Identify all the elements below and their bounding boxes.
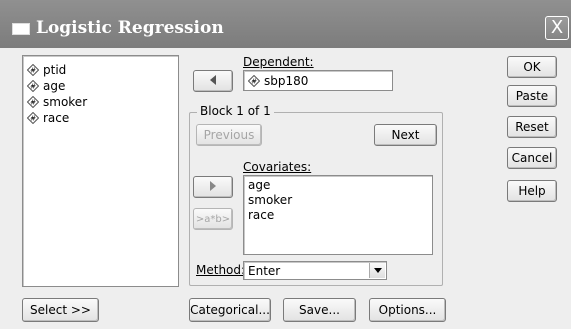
scale-variable-icon: # [248,74,260,87]
method-label: Method: [196,263,246,277]
dependent-item[interactable]: # sbp180 [244,71,392,90]
window-title: Logistic Regression [36,18,224,38]
paste-button[interactable]: Paste [507,85,557,107]
variable-name: age [43,79,66,93]
svg-text:#: # [251,77,257,85]
scale-variable-icon: # [27,80,39,92]
variable-list[interactable]: # ptid # age # smoker # race [22,55,179,287]
help-button[interactable]: Help [507,180,557,202]
method-select[interactable]: Enter [243,261,387,280]
dialog-body: # ptid # age # smoker # race Dependent: … [0,48,571,329]
title-bar: Logistic Regression X [0,0,571,48]
save-button[interactable]: Save... [283,298,356,322]
arrow-left-icon [209,74,217,88]
svg-text:#: # [30,83,36,91]
method-value: Enter [248,264,281,278]
list-item[interactable]: race [244,208,432,223]
reset-button[interactable]: Reset [507,116,557,138]
select-button[interactable]: Select >> [22,298,99,322]
variable-name: race [43,111,70,125]
previous-button[interactable]: Previous [196,124,262,146]
interaction-button[interactable]: >a*b> [193,208,233,230]
window-icon [12,23,30,35]
svg-text:#: # [30,115,36,123]
svg-text:#: # [30,67,36,75]
covariates-label: Covariates: [243,160,312,174]
close-button[interactable]: X [545,16,569,40]
move-dependent-button[interactable] [193,70,233,92]
dependent-value: sbp180 [264,73,309,88]
dependent-label: Dependent: [243,55,314,69]
scale-variable-icon: # [27,112,39,124]
options-button[interactable]: Options... [369,298,446,322]
list-item[interactable]: # age [23,78,178,94]
covariates-list[interactable]: age smoker race [243,175,433,255]
cancel-button[interactable]: Cancel [507,147,557,169]
list-item[interactable]: # ptid [23,62,178,78]
list-item[interactable]: age [244,178,432,193]
svg-text:#: # [30,99,36,107]
ok-button[interactable]: OK [507,56,557,78]
variable-name: smoker [43,95,88,109]
variable-name: ptid [43,63,67,77]
list-item[interactable]: smoker [244,193,432,208]
list-item[interactable]: # race [23,110,178,126]
scale-variable-icon: # [27,64,39,76]
categorical-button[interactable]: Categorical... [189,298,271,322]
next-button[interactable]: Next [374,124,437,146]
scale-variable-icon: # [27,96,39,108]
list-item[interactable]: # smoker [23,94,178,110]
arrow-right-icon [209,180,217,194]
dependent-field[interactable]: # sbp180 [243,70,393,91]
chevron-down-icon[interactable] [369,263,385,278]
block-label: Block 1 of 1 [197,104,274,118]
move-covariate-button[interactable] [193,176,233,198]
